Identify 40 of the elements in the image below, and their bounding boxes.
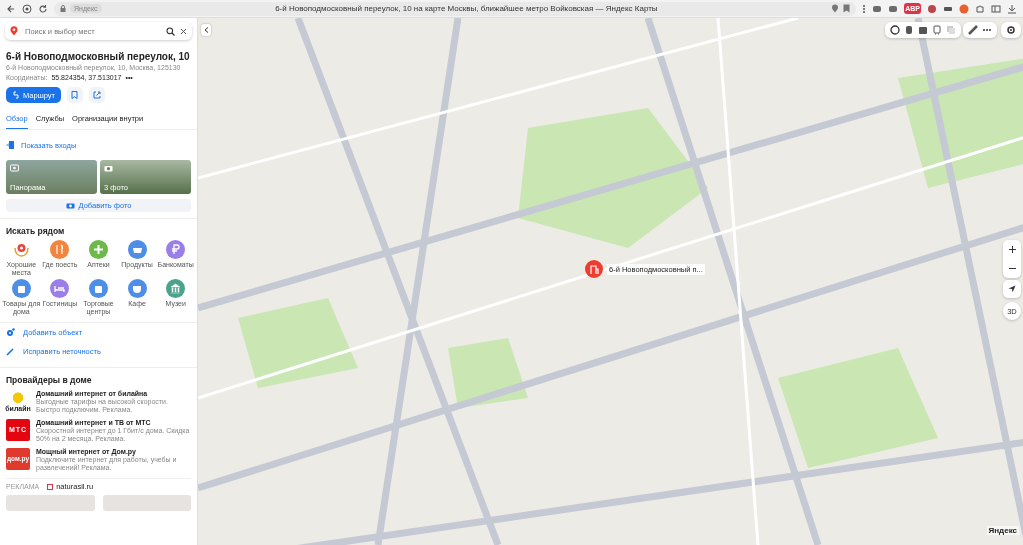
arrow-icon — [1008, 285, 1016, 293]
pin-plus-icon — [6, 327, 15, 337]
layers-icon[interactable] — [890, 25, 900, 35]
sidebar-icon[interactable] — [991, 3, 1001, 14]
extension-icon[interactable] — [959, 3, 969, 14]
locate-button[interactable] — [1003, 280, 1021, 298]
site-icon — [47, 483, 54, 490]
share-button[interactable] — [88, 87, 105, 103]
bookmark-icon[interactable] — [843, 4, 851, 13]
bookmark-button[interactable] — [66, 87, 83, 103]
back-icon[interactable] — [6, 3, 16, 14]
pencil-icon — [6, 346, 15, 356]
collapse-panel-button[interactable] — [201, 24, 211, 36]
bus-icon[interactable] — [932, 25, 942, 35]
extension-icon[interactable] — [888, 3, 899, 14]
extension-icon[interactable] — [872, 3, 883, 14]
ruler-icon[interactable] — [968, 25, 978, 35]
more-icon[interactable] — [862, 3, 867, 14]
section-heading: Провайдеры в доме — [6, 374, 93, 385]
section-heading: Искать рядом — [6, 226, 66, 236]
search-icon[interactable] — [166, 26, 175, 36]
download-icon[interactable] — [1007, 3, 1017, 14]
building-icon — [589, 264, 599, 274]
share-icon — [92, 91, 101, 99]
page-title: 6-й Новоподмосковный переулок, 10 на карте Москвы, ближайшее метро Войковская — Яндекс Карты — [274, 4, 659, 13]
route-icon — [12, 91, 20, 99]
door-icon — [6, 140, 15, 150]
close-icon[interactable] — [180, 27, 187, 35]
plus-icon — [1008, 246, 1016, 253]
location-icon — [831, 4, 840, 13]
chevron-left-icon — [203, 27, 209, 33]
map-logo: Яндекс — [986, 526, 1019, 535]
minus-icon — [1008, 265, 1016, 272]
extension-icon[interactable] — [927, 3, 937, 14]
map-pin-icon — [10, 26, 18, 36]
lock-icon — [60, 5, 66, 12]
place-title: 6-й Новоподмосковный переулок, 10 — [6, 51, 191, 62]
bookmark-icon — [71, 91, 79, 99]
reload-icon[interactable] — [38, 3, 48, 14]
panorama-icon — [10, 164, 19, 172]
